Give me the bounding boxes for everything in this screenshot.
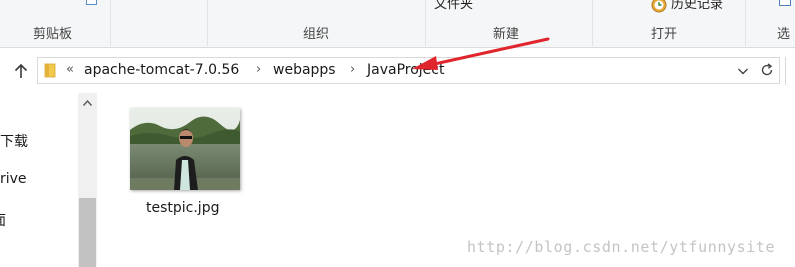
file-thumbnail[interactable]: [130, 108, 240, 190]
ribbon-separator: [207, 0, 208, 46]
scrollbar-thumb[interactable]: [79, 198, 96, 267]
nav-pane-item-downloads[interactable]: 下载: [0, 131, 28, 151]
group-label-clipboard: 剪贴板: [33, 27, 73, 42]
history-button[interactable]: 历史记录: [671, 0, 723, 13]
history-icon: [651, 0, 667, 13]
ribbon-separator: [592, 0, 593, 46]
group-label-select: 选: [777, 27, 791, 42]
scroll-up-icon[interactable]: [82, 99, 93, 107]
nav-pane-scrollbar[interactable]: [78, 93, 97, 267]
folder-icon: [44, 63, 56, 78]
breadcrumb-separator[interactable]: ›: [350, 62, 355, 77]
ribbon-checkbox-cut[interactable]: [86, 0, 97, 5]
refresh-icon: [761, 63, 773, 76]
watermark-text: http://blog.csdn.net/ytfunnysite: [467, 238, 776, 256]
refresh-button[interactable]: [755, 57, 780, 84]
up-arrow-icon[interactable]: [12, 62, 30, 80]
breadcrumb-separator[interactable]: ›: [256, 62, 261, 77]
annotation-arrow-icon: [412, 37, 550, 70]
nav-pane-item-desktop[interactable]: 面: [0, 210, 6, 230]
search-box-edge: [785, 57, 786, 85]
select-checkbox-icon[interactable]: [779, 0, 791, 6]
group-label-organize: 组织: [303, 27, 330, 42]
breadcrumb-item[interactable]: apache-tomcat-7.0.56: [84, 62, 239, 79]
nav-pane-item-drive[interactable]: rive: [0, 171, 27, 187]
ribbon: 文件夹 历史记录 剪贴板 组织 新建 打开 选: [0, 0, 795, 48]
breadcrumb-item[interactable]: webapps: [273, 62, 336, 79]
file-name-label[interactable]: testpic.jpg: [146, 200, 219, 216]
ribbon-separator: [110, 0, 111, 46]
group-label-open: 打开: [651, 27, 678, 42]
new-folder-button-label[interactable]: 文件夹: [434, 0, 473, 13]
ribbon-separator: [745, 0, 746, 46]
address-bar[interactable]: « apache-tomcat-7.0.56 › webapps › JavaP…: [37, 57, 756, 84]
chevron-down-icon[interactable]: [736, 64, 750, 78]
breadcrumb-overflow-chevron[interactable]: «: [66, 62, 74, 77]
navigation-bar: « apache-tomcat-7.0.56 › webapps › JavaP…: [0, 48, 795, 92]
photo-thumbnail-image: [130, 108, 240, 190]
